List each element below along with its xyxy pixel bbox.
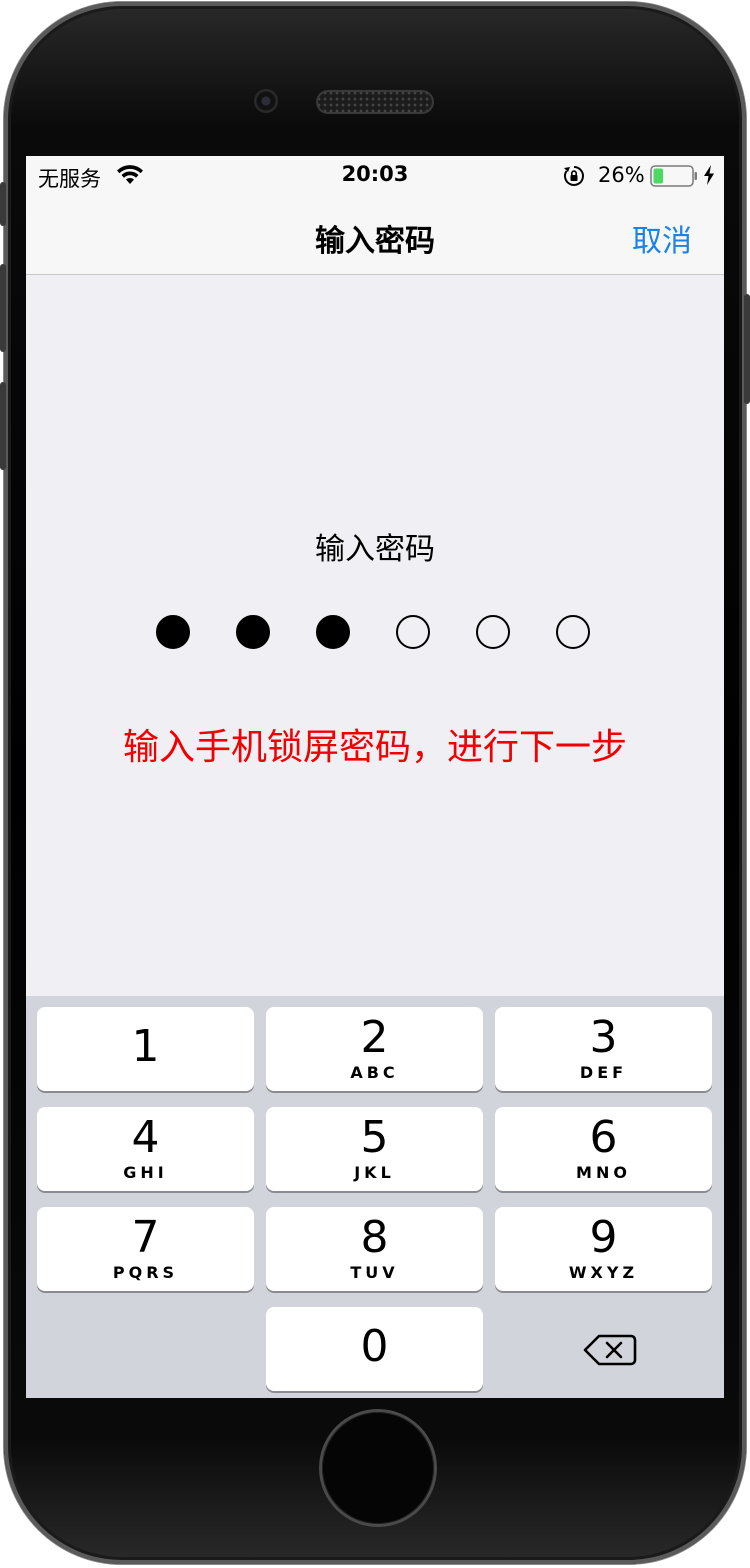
orientation-lock-icon <box>564 166 584 186</box>
key-digit: 8 <box>360 1212 389 1263</box>
delete-button[interactable] <box>569 1322 649 1378</box>
page-title: 输入密码 <box>315 224 435 259</box>
key-digit: 5 <box>360 1112 389 1163</box>
passcode-prompt: 输入密码 <box>315 532 435 567</box>
passcode-dots <box>156 615 596 653</box>
key-digit: 1 <box>131 1021 160 1072</box>
key-letters: GHI <box>123 1163 168 1182</box>
passcode-dot-filled <box>156 615 190 649</box>
key-digit: 9 <box>589 1212 618 1263</box>
key-0[interactable]: 0 <box>266 1307 483 1391</box>
home-button[interactable] <box>322 1412 434 1524</box>
mute-switch <box>0 182 6 226</box>
battery-percent: 26% <box>598 163 645 187</box>
key-letters: DEF <box>579 1063 628 1082</box>
key-letters: ABC <box>350 1063 399 1082</box>
key-9[interactable]: 9 WXYZ <box>495 1207 712 1291</box>
key-digit: 0 <box>360 1321 389 1372</box>
key-3[interactable]: 3 DEF <box>495 1007 712 1091</box>
passcode-dot-empty <box>556 615 590 649</box>
passcode-dot-filled <box>236 615 270 649</box>
volume-down-button <box>0 382 6 470</box>
passcode-dot-filled <box>316 615 350 649</box>
key-4[interactable]: 4 GHI <box>37 1107 254 1191</box>
instruction-hint: 输入手机锁屏密码，进行下一步 <box>122 727 627 768</box>
key-digit: 3 <box>589 1012 618 1063</box>
key-letters: PQRS <box>112 1263 179 1282</box>
key-digit: 6 <box>589 1112 618 1163</box>
earpiece-speaker <box>316 90 434 114</box>
delete-icon <box>583 1334 637 1366</box>
numeric-keypad: 1 2 ABC 3 DEF 4 GHI 5 JKL 6 MNO 7 PQRS 8 TUV 9 WXYZ 0 <box>26 996 724 1398</box>
passcode-dot-empty <box>476 615 510 649</box>
power-button <box>744 294 750 404</box>
key-digit: 2 <box>360 1012 389 1063</box>
key-2[interactable]: 2 ABC <box>266 1007 483 1091</box>
key-6[interactable]: 6 MNO <box>495 1107 712 1191</box>
volume-up-button <box>0 264 6 352</box>
front-camera <box>254 89 278 113</box>
status-bar: 无服务 20:03 26% <box>26 156 724 196</box>
key-1[interactable]: 1 <box>37 1007 254 1091</box>
passcode-dot-empty <box>396 615 430 649</box>
cancel-button[interactable]: 取消 <box>632 216 692 260</box>
key-8[interactable]: 8 TUV <box>266 1207 483 1291</box>
key-digit: 7 <box>131 1212 160 1263</box>
battery-icon <box>650 165 697 187</box>
key-7[interactable]: 7 PQRS <box>37 1207 254 1291</box>
screen: 无服务 20:03 26% 输入密码 取消 输入密码 输入手机锁屏密码，进行下一… <box>26 156 724 1398</box>
key-5[interactable]: 5 JKL <box>266 1107 483 1191</box>
key-digit: 4 <box>131 1112 160 1163</box>
navigation-bar: 输入密码 取消 <box>26 196 724 275</box>
key-letters: MNO <box>576 1163 631 1182</box>
key-letters: JKL <box>354 1163 395 1182</box>
key-letters: TUV <box>350 1263 399 1282</box>
key-letters: WXYZ <box>568 1263 639 1282</box>
charging-bolt-icon <box>704 165 714 185</box>
